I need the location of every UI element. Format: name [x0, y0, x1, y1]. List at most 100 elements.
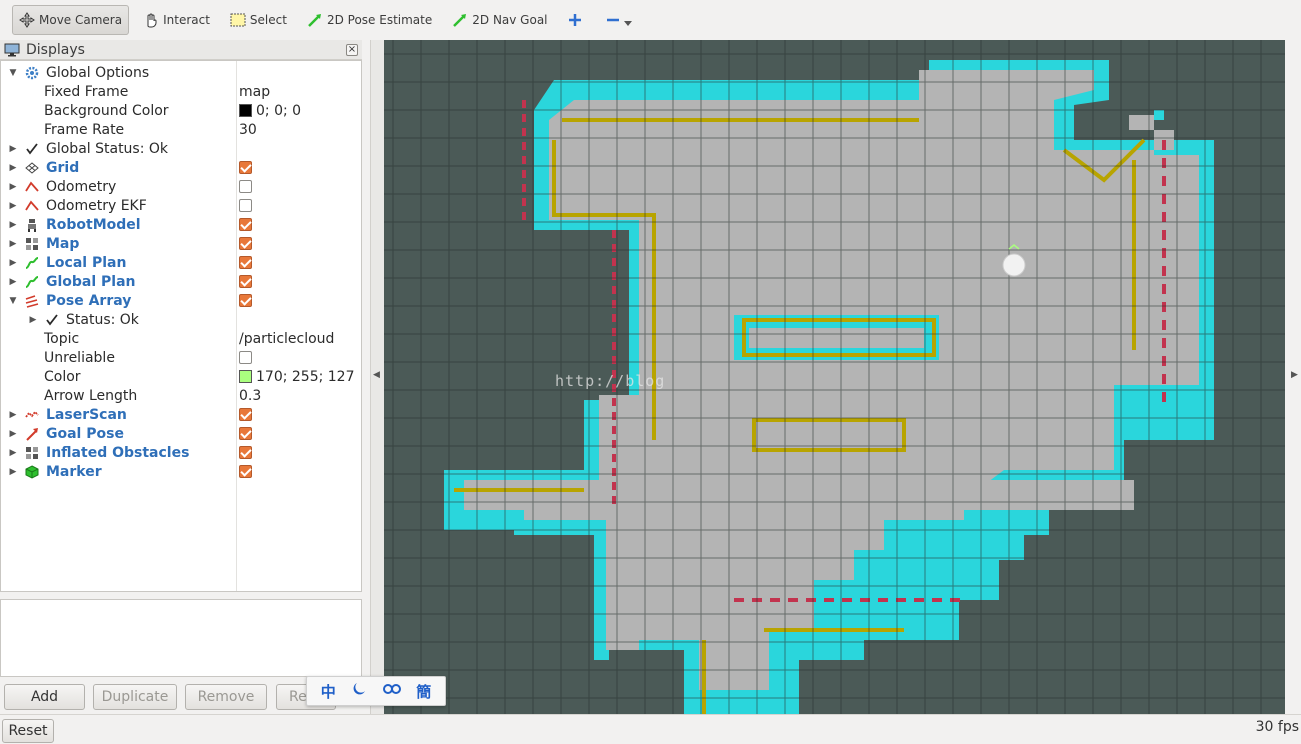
color-value[interactable]: 170; 255; 127 [239, 369, 355, 385]
collapsed-arrow-icon[interactable]: ▶ [8, 182, 18, 192]
collapsed-arrow-icon[interactable]: ▶ [8, 201, 18, 211]
color-swatch [239, 104, 252, 117]
checkbox-checked[interactable] [239, 427, 252, 440]
goal-pose-checkbox[interactable] [239, 427, 252, 440]
close-panel-button[interactable]: × [346, 44, 358, 56]
tree-row-background-color[interactable]: Background Color 0; 0; 0 [1, 101, 361, 120]
add-tool-button[interactable] [562, 5, 592, 35]
collapsed-arrow-icon[interactable]: ▶ [8, 467, 18, 477]
tree-row-color[interactable]: Color 170; 255; 127 [1, 367, 361, 386]
collapsed-arrow-icon[interactable]: ▶ [8, 144, 18, 154]
ime-punctuation-icon[interactable] [382, 682, 401, 700]
tree-row-global-options[interactable]: ▼ Global Options [1, 63, 361, 82]
checkbox-checked[interactable] [239, 446, 252, 459]
checkbox-checked[interactable] [239, 275, 252, 288]
inflated-obstacles-checkbox[interactable] [239, 446, 252, 459]
remove-button[interactable]: Remove [185, 684, 267, 710]
ime-simplified-toggle[interactable]: 簡 [416, 681, 431, 702]
checkbox-checked[interactable] [239, 465, 252, 478]
left-dock-handle[interactable]: ◀ [370, 40, 384, 714]
expanded-arrow-icon[interactable]: ▼ [8, 296, 18, 306]
tree-row-robot-model[interactable]: ▶ RobotModel [1, 215, 361, 234]
tree-row-laser-scan[interactable]: ▶ LaserScan [1, 405, 361, 424]
collapse-left-arrow-icon[interactable]: ◀ [373, 370, 380, 380]
select-tool[interactable]: Select [224, 5, 293, 35]
right-dock-handle[interactable]: ▶ [1285, 40, 1301, 714]
checkbox-unchecked[interactable] [239, 199, 252, 212]
pose-array-checkbox[interactable] [239, 294, 252, 307]
tree-row-global-plan[interactable]: ▶ Global Plan [1, 272, 361, 291]
collapsed-arrow-icon[interactable]: ▶ [8, 258, 18, 268]
render-viewport[interactable]: http://blog [384, 40, 1285, 714]
collapsed-arrow-icon[interactable]: ▶ [8, 448, 18, 458]
tree-row-local-plan[interactable]: ▶ Local Plan [1, 253, 361, 272]
global-plan-checkbox[interactable] [239, 275, 252, 288]
collapsed-arrow-icon[interactable]: ▶ [8, 163, 18, 173]
nav-goal-tool[interactable]: 2D Nav Goal [446, 5, 553, 35]
tree-row-grid[interactable]: ▶ Grid [1, 158, 361, 177]
laser-scan-label: LaserScan [46, 406, 127, 423]
checkbox-checked[interactable] [239, 218, 252, 231]
collapsed-arrow-icon[interactable]: ▶ [28, 315, 38, 325]
checkbox-checked[interactable] [239, 237, 252, 250]
collapsed-arrow-icon[interactable]: ▶ [8, 239, 18, 249]
tree-row-goal-pose[interactable]: ▶ Goal Pose [1, 424, 361, 443]
tree-row-odometry-ekf[interactable]: ▶ Odometry EKF [1, 196, 361, 215]
topic-value[interactable]: /particlecloud [239, 331, 334, 347]
tree-row-pose-status[interactable]: ▶ Status: Ok [1, 310, 361, 329]
green-arrow-icon [308, 14, 321, 27]
reset-button[interactable]: Reset [2, 719, 54, 743]
laser-scan-checkbox[interactable] [239, 408, 252, 421]
checkbox-checked[interactable] [239, 408, 252, 421]
tree-row-map[interactable]: ▶ Map [1, 234, 361, 253]
pose-estimate-tool[interactable]: 2D Pose Estimate [301, 5, 438, 35]
pose-array-icon [24, 293, 40, 309]
odometry-checkbox[interactable] [239, 180, 252, 193]
grid-checkbox[interactable] [239, 161, 252, 174]
tree-row-fixed-frame[interactable]: Fixed Frame map [1, 82, 361, 101]
marker-checkbox[interactable] [239, 465, 252, 478]
expanded-arrow-icon[interactable]: ▼ [8, 68, 18, 78]
plus-icon [568, 14, 581, 26]
checkbox-checked[interactable] [239, 294, 252, 307]
checkbox-unchecked[interactable] [239, 180, 252, 193]
expand-right-arrow-icon[interactable]: ▶ [1291, 370, 1298, 380]
tree-row-inflated-obstacles[interactable]: ▶ Inflated Obstacles [1, 443, 361, 462]
unreliable-checkbox[interactable] [239, 351, 252, 364]
tree-row-odometry[interactable]: ▶ Odometry [1, 177, 361, 196]
checkbox-checked[interactable] [239, 161, 252, 174]
duplicate-button[interactable]: Duplicate [93, 684, 177, 710]
arrow-length-value[interactable]: 0.3 [239, 388, 261, 404]
add-button[interactable]: Add [4, 684, 85, 710]
ime-moon-icon[interactable] [351, 681, 367, 701]
collapsed-arrow-icon[interactable]: ▶ [8, 429, 18, 439]
collapsed-arrow-icon[interactable]: ▶ [8, 277, 18, 287]
local-plan-checkbox[interactable] [239, 256, 252, 269]
robot-model-checkbox[interactable] [239, 218, 252, 231]
tree-row-marker[interactable]: ▶ Marker [1, 462, 361, 481]
fixed-frame-value[interactable]: map [239, 84, 270, 100]
odometry-icon [24, 198, 40, 214]
move-camera-tool[interactable]: Move Camera [12, 5, 130, 35]
odometry-ekf-checkbox[interactable] [239, 199, 252, 212]
interact-tool[interactable]: Interact [137, 5, 216, 35]
tree-row-frame-rate[interactable]: Frame Rate 30 [1, 120, 361, 139]
tree-row-global-status[interactable]: ▶ Global Status: Ok [1, 139, 361, 158]
color-label: Color [44, 368, 81, 385]
collapsed-arrow-icon[interactable]: ▶ [8, 220, 18, 230]
checkbox-unchecked[interactable] [239, 351, 252, 364]
remove-tool-button[interactable] [600, 5, 642, 35]
tree-row-topic[interactable]: Topic /particlecloud [1, 329, 361, 348]
collapsed-arrow-icon[interactable]: ▶ [8, 410, 18, 420]
tree-row-pose-array[interactable]: ▼ Pose Array [1, 291, 361, 310]
map-checkbox[interactable] [239, 237, 252, 250]
frame-rate-value[interactable]: 30 [239, 122, 257, 138]
ime-chinese-toggle[interactable]: 中 [321, 681, 336, 702]
tree-row-arrow-length[interactable]: Arrow Length 0.3 [1, 386, 361, 405]
robot-icon [24, 217, 40, 233]
color-text: 170; 255; 127 [256, 368, 355, 385]
occupancy-map[interactable] [384, 40, 1285, 714]
tree-row-unreliable[interactable]: Unreliable [1, 348, 361, 367]
background-color-value[interactable]: 0; 0; 0 [239, 103, 301, 119]
checkbox-checked[interactable] [239, 256, 252, 269]
